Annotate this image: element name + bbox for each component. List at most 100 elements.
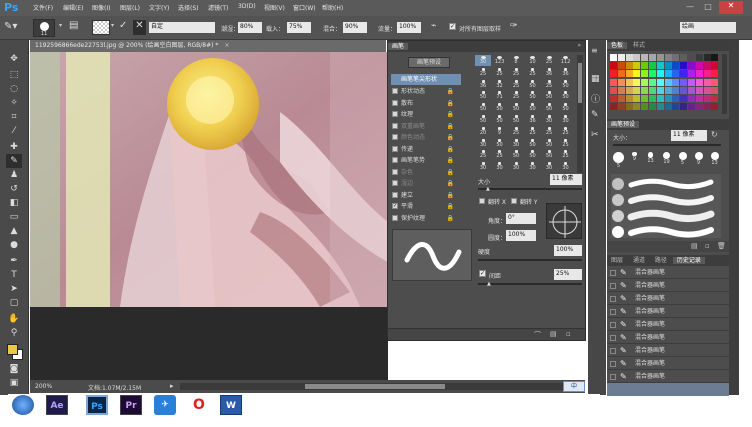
brush-tip-cell[interactable]: 25 (558, 149, 574, 160)
eraser-tool-icon[interactable]: ◧ (6, 196, 22, 210)
brush-tip-cell[interactable]: 123 (492, 55, 508, 66)
brush-tip-shape-item[interactable]: 画笔笔尖形状 (391, 74, 461, 85)
menu-type[interactable]: 文字(Y) (149, 3, 169, 12)
preset-dab[interactable]: 9 (627, 150, 642, 172)
menu-help[interactable]: 帮助(H) (322, 3, 343, 12)
color-swatch[interactable] (625, 70, 633, 78)
preset-dab[interactable]: 13 (643, 150, 658, 172)
color-swatch[interactable] (664, 70, 672, 78)
brush-tip-cell[interactable]: 50 (541, 149, 557, 160)
color-swatch[interactable] (711, 78, 719, 86)
brush-tip-cell[interactable]: 50 (541, 138, 557, 149)
color-swatch[interactable] (664, 62, 672, 70)
right-panel-scroll-strip[interactable] (729, 40, 739, 395)
color-swatch[interactable] (656, 86, 664, 94)
mixer-brush-icon[interactable]: ✎▾ (4, 21, 26, 35)
brush-preset-picker[interactable]: 11 (33, 19, 55, 37)
airbrush-icon[interactable]: ⌁ (431, 21, 443, 33)
color-swatch[interactable] (703, 95, 711, 102)
brush-setting-item[interactable]: 形状动态 🔒 (392, 86, 454, 97)
color-swatch[interactable] (703, 54, 711, 61)
color-swatch[interactable] (641, 78, 649, 86)
brush-setting-checkbox[interactable] (392, 168, 398, 175)
menu-filter[interactable]: 滤镜(T) (208, 3, 228, 12)
document-tab[interactable]: 1192596866ede22753l.jpg @ 200% (绘画空白图层, … (30, 40, 386, 52)
color-swatch[interactable] (633, 95, 641, 102)
brush-setting-item[interactable]: 传递 🔒 (392, 144, 454, 155)
brush-setting-checkbox[interactable]: ✓ (392, 203, 398, 209)
menu-edit[interactable]: 编辑(E) (63, 3, 83, 12)
brush-tip-cell[interactable]: 50 (525, 138, 541, 149)
color-swatch[interactable] (641, 54, 649, 61)
menu-file[interactable]: 文件(F) (33, 3, 53, 12)
brush-tip-cell[interactable]: 71 (492, 90, 508, 101)
hardness-field[interactable]: 100% (554, 245, 582, 256)
brush-setting-item[interactable]: 保护纹理 🔒 (392, 213, 454, 224)
lock-icon[interactable]: 🔒 (447, 98, 454, 109)
pen-tool-icon[interactable]: ✒ (6, 254, 22, 268)
mix-field[interactable]: 90% (343, 22, 367, 33)
color-swatch[interactable] (649, 78, 656, 86)
menu-select[interactable]: 选择(S) (178, 3, 199, 12)
quick-mask-icon[interactable]: ◙ (6, 362, 22, 376)
brush-tip-cell[interactable]: 50 (525, 102, 541, 113)
color-swatch[interactable] (711, 103, 719, 111)
color-swatch[interactable] (617, 103, 625, 111)
history-row[interactable]: ✎ 混合器画笔 (607, 292, 729, 305)
color-swatch[interactable] (633, 70, 641, 78)
brush-tip-cell[interactable]: 50 (508, 149, 524, 160)
brush-presets-button[interactable]: 画笔预设 (408, 57, 450, 68)
brush-tip-cell[interactable]: 30 (475, 138, 491, 149)
history-source-checkbox[interactable] (610, 322, 616, 328)
menu-3d[interactable]: 3D(D) (238, 3, 256, 10)
brush-tip-cell[interactable]: 50 (558, 79, 574, 90)
blur-tool-icon[interactable]: ▲ (6, 224, 22, 238)
reset-brush-icon[interactable]: ↻ (711, 130, 718, 139)
color-swatch[interactable] (641, 103, 649, 111)
create-new-brush-icon[interactable]: ▫ (566, 330, 571, 338)
brush-size-slider[interactable] (478, 188, 582, 190)
color-swatch[interactable] (617, 78, 625, 86)
menu-image[interactable]: 图像(I) (92, 3, 110, 12)
brush-setting-checkbox[interactable] (392, 145, 398, 152)
color-swatch[interactable] (617, 70, 625, 78)
color-swatch[interactable] (641, 70, 649, 78)
lock-icon[interactable]: 🔒 (447, 144, 454, 155)
brush-setting-checkbox[interactable] (392, 122, 398, 129)
color-swatch[interactable] (625, 86, 633, 94)
panel-collapse-icon[interactable]: » (577, 42, 581, 49)
brush-tip-cell[interactable]: 36 (558, 67, 574, 78)
color-swatch[interactable] (688, 70, 695, 78)
type-tool-icon[interactable]: T (6, 268, 22, 282)
brush-setting-checkbox[interactable] (392, 134, 398, 140)
brush-panel-icon[interactable]: ✎ (591, 110, 603, 122)
healing-brush-tool-icon[interactable]: ✚ (6, 140, 22, 154)
minimize-button[interactable]: — (683, 2, 697, 13)
spacing-field[interactable]: 25% (554, 269, 582, 280)
history-row[interactable]: ✎ 混合器画笔 (607, 357, 729, 370)
history-row[interactable]: ✎ 混合器画笔 (607, 331, 729, 344)
preset-dab[interactable]: 5 (611, 150, 626, 172)
color-swatch[interactable] (617, 86, 625, 94)
color-swatch[interactable] (610, 103, 617, 111)
marquee-tool-icon[interactable]: ⬚ (6, 68, 22, 82)
brush-tip-cell[interactable]: 25 (475, 149, 491, 160)
tip-grid-scrollbar[interactable] (577, 55, 583, 173)
color-swatch[interactable] (656, 70, 664, 78)
color-swatch[interactable] (633, 54, 641, 61)
brush-tip-cell[interactable]: 30 (475, 161, 491, 172)
lock-icon[interactable]: 🔒 (447, 190, 454, 201)
brush-tip-cell[interactable]: 50 (525, 79, 541, 90)
color-swatch[interactable] (633, 78, 641, 86)
color-swatch[interactable] (649, 70, 656, 78)
lasso-tool-icon[interactable]: ◌ (6, 82, 22, 96)
color-swatch[interactable] (649, 86, 656, 94)
brush-tip-cell[interactable]: 25 (541, 55, 557, 66)
clone-stamp-tool-icon[interactable]: ♟ (6, 168, 22, 182)
tab-channels[interactable]: 通道 (629, 257, 649, 264)
delete-preset-icon[interactable]: 🗑 (717, 242, 726, 250)
brush-tip-cell[interactable]: 25 (508, 126, 524, 137)
color-swatch[interactable] (703, 70, 711, 78)
color-swatch[interactable] (617, 95, 625, 102)
tab-paths[interactable]: 路径 (651, 257, 671, 264)
